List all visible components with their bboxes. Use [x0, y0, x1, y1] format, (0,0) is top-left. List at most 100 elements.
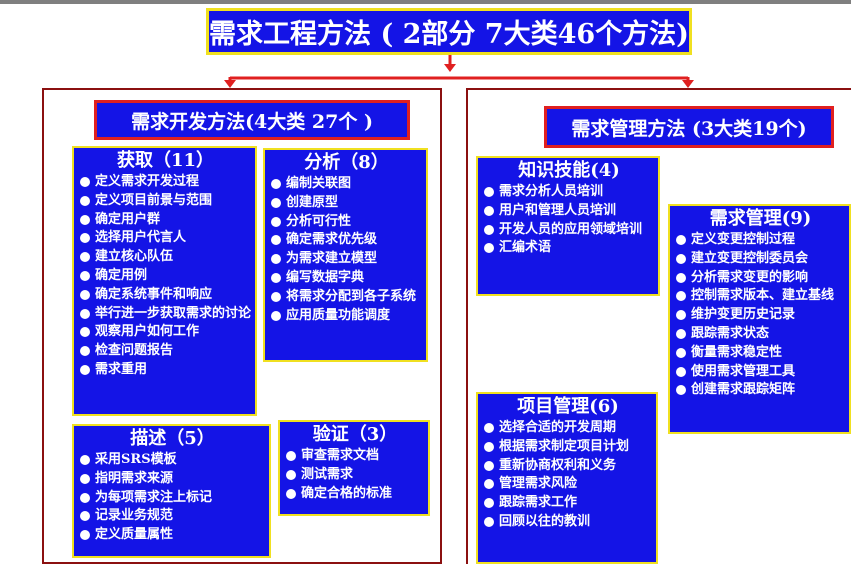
list-item: 需求重用	[80, 361, 251, 380]
list-item: 编制关联图	[271, 175, 422, 194]
card-title: 描述（5）	[130, 428, 215, 449]
list-item-text: 编写数据字典	[286, 269, 365, 285]
list-item: 重新协商权利和义务	[484, 457, 652, 476]
bullet-icon	[271, 254, 281, 265]
bullet-icon	[676, 385, 686, 396]
card-title: 验证（3）	[312, 424, 398, 445]
card-verify: 验证（3） 审查需求文档 测试需求 确定合格的标准	[278, 420, 430, 516]
list-item-text: 审查需求文档	[301, 448, 380, 463]
list-item: 为需求建立模型	[271, 250, 422, 269]
list-item-text: 管理需求风险	[499, 476, 578, 492]
list-item: 确定系统事件和响应	[80, 286, 251, 305]
list-item: 确定需求优先级	[271, 231, 422, 250]
list-item-text: 创建需求跟踪矩阵	[691, 382, 796, 398]
item-list: 选择合适的开发周期 根据需求制定项目计划 重新协商权利和义务 管理需求风险 跟踪需求工作…	[484, 419, 652, 532]
list-item-text: 根据需求制定项目计划	[499, 438, 630, 454]
list-item-text: 举行进一步获取需求的讨论	[95, 305, 252, 321]
list-item: 确定用户群	[80, 211, 251, 230]
bullet-icon	[80, 327, 90, 338]
list-item: 定义项目前景与范围	[80, 192, 251, 211]
list-item: 测试需求	[286, 466, 424, 485]
card-requirements-management: 需求管理(9) 定义变更控制过程 建立变更控制委员会 分析需求变更的影响 控制需求版本…	[668, 204, 851, 434]
list-item-text: 将需求分配到各子系统	[286, 288, 417, 304]
development-heading: 需求开发方法(4大类 27个 )	[94, 100, 410, 140]
bullet-icon	[484, 224, 494, 235]
bullet-icon	[484, 516, 494, 527]
bullet-icon	[80, 455, 90, 465]
list-item-text: 重新协商权利和义务	[499, 457, 617, 473]
list-item-text: 定义质量属性	[95, 527, 174, 543]
card-title: 获取（11）	[116, 150, 215, 171]
bullet-icon	[676, 235, 686, 245]
list-item: 建立核心队伍	[80, 248, 251, 267]
list-item-text: 跟踪需求工作	[499, 495, 578, 511]
list-item: 观察用户如何工作	[80, 323, 251, 342]
list-item-text: 采用SRS模板	[95, 452, 177, 467]
list-item: 用户和管理人员培训	[484, 202, 654, 221]
bullet-icon	[676, 253, 686, 264]
list-item: 回顾以往的教训	[484, 513, 652, 532]
list-item: 控制需求版本、建立基线	[676, 287, 845, 306]
list-item: 衡量需求稳定性	[676, 344, 845, 363]
bullet-icon	[80, 214, 90, 225]
item-list: 采用SRS模板 指明需求来源为每项需求注上标记 记录业务规范 定义质量属性	[80, 451, 265, 545]
bullet-icon	[676, 310, 686, 321]
bullet-icon	[271, 235, 281, 246]
list-item-text: 为每项需求注上标记	[95, 489, 213, 505]
bullet-icon	[271, 179, 281, 189]
bullet-icon	[676, 328, 686, 339]
bullet-icon	[484, 423, 494, 433]
bullet-icon	[271, 310, 281, 321]
list-item-text: 确定系统事件和响应	[95, 286, 213, 302]
list-item-text: 确定用例	[95, 267, 148, 283]
list-item-text: 回顾以往的教训	[499, 513, 591, 529]
list-item: 开发人员的应用领域培训	[484, 221, 654, 240]
arrowhead-right	[682, 80, 694, 88]
list-item-text: 选择用户代言人	[95, 230, 187, 246]
bullet-icon	[80, 308, 90, 319]
bullet-icon	[80, 492, 90, 503]
item-list: 需求分析人员培训 用户和管理人员培训 开发人员的应用领域培训 汇编术语	[484, 183, 654, 258]
bullet-icon	[80, 511, 90, 522]
card-title: 项目管理(6)	[517, 396, 619, 417]
list-item: 记录业务规范	[80, 507, 265, 526]
list-item: 采用SRS模板	[80, 451, 265, 470]
list-item: 跟踪需求状态	[676, 325, 845, 344]
list-item-text: 定义项目前景与范围	[95, 192, 213, 208]
list-item-text: 指明需求来源	[95, 470, 174, 486]
item-list: 定义变更控制过程 建立变更控制委员会分析需求变更的影响 控制需求版本、建立基线 维护变…	[676, 231, 845, 400]
bullet-icon	[80, 530, 90, 541]
list-item-text: 定义变更控制过程	[691, 232, 796, 247]
list-item: 维护变更历史记录	[676, 306, 845, 325]
list-item: 分析可行性	[271, 213, 422, 232]
bullet-icon	[676, 291, 686, 302]
list-item: 检查问题报告	[80, 342, 251, 361]
bullet-icon	[286, 451, 296, 461]
list-item-text: 用户和管理人员培训	[499, 202, 617, 218]
list-item-text: 使用需求管理工具	[691, 363, 796, 379]
list-item: 汇编术语	[484, 239, 654, 258]
list-item-text: 测试需求	[301, 466, 354, 482]
bullet-icon	[80, 252, 90, 263]
bullet-icon	[676, 347, 686, 358]
list-item: 根据需求制定项目计划	[484, 438, 652, 457]
list-item: 选择合适的开发周期	[484, 419, 652, 438]
list-item: 应用质量功能调度	[271, 307, 422, 326]
list-item: 创建需求跟踪矩阵	[676, 381, 845, 400]
bullet-icon	[484, 243, 494, 254]
list-item: 跟踪需求工作	[484, 494, 652, 513]
list-item-text: 编制关联图	[286, 176, 352, 191]
list-item-text: 跟踪需求状态	[691, 325, 770, 341]
list-item-text: 为需求建立模型	[286, 251, 378, 267]
list-item: 选择用户代言人	[80, 229, 251, 248]
list-item-text: 建立变更控制委员会	[691, 250, 809, 266]
item-list: 审查需求文档 测试需求 确定合格的标准	[286, 447, 424, 503]
bullet-icon	[80, 177, 90, 187]
list-item-text: 控制需求版本、建立基线	[691, 288, 835, 304]
bullet-icon	[484, 498, 494, 509]
list-item-text: 记录业务规范	[95, 508, 174, 524]
list-item: 分析需求变更的影响	[676, 269, 845, 288]
bullet-icon	[286, 469, 296, 480]
card-title: 知识技能(4)	[518, 160, 620, 181]
list-item: 将需求分配到各子系统	[271, 288, 422, 307]
